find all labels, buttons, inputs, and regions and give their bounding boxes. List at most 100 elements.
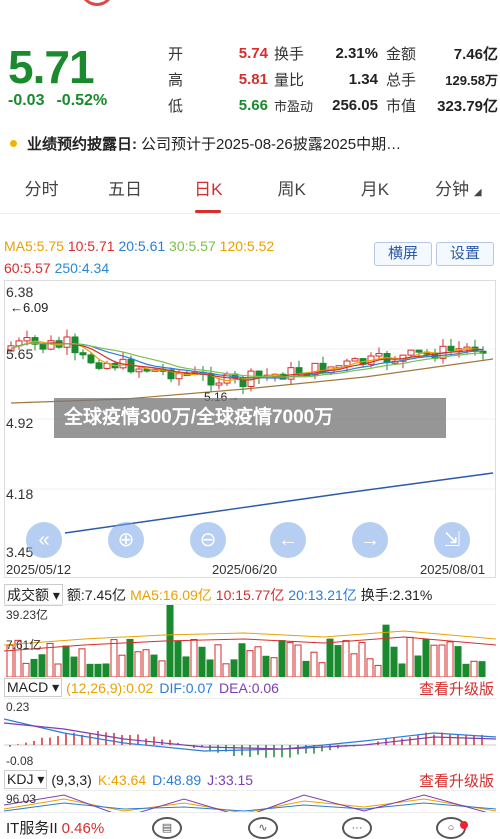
volume-bar bbox=[94, 663, 102, 678]
macd-selector[interactable]: MACD ▾ bbox=[4, 678, 63, 697]
tab-label: 分钟 bbox=[435, 180, 470, 199]
candle-body bbox=[407, 349, 415, 356]
tab-intraday[interactable]: 分时 bbox=[0, 170, 83, 213]
notice-dot-icon bbox=[10, 139, 17, 147]
tab-weekly-k[interactable]: 周K bbox=[250, 170, 333, 213]
kdj-selector[interactable]: KDJ ▾ bbox=[4, 770, 48, 789]
volume-bar bbox=[150, 654, 158, 678]
volume-bar bbox=[86, 663, 94, 678]
stat-value: 129.58万 bbox=[445, 72, 498, 88]
tab-daily-k[interactable]: 日K bbox=[167, 170, 250, 213]
volume-bar bbox=[398, 663, 406, 678]
volume-bar bbox=[222, 663, 230, 678]
volume-bar bbox=[478, 661, 486, 678]
kdj-header: KDJ ▾ (9,3,3) K:43.64 D:48.89 J:33.15 bbox=[4, 770, 253, 789]
landscape-button[interactable]: 横屏 bbox=[374, 242, 432, 266]
tab-monthly-k[interactable]: 月K bbox=[333, 170, 416, 213]
trade-icon[interactable]: ▤ bbox=[152, 817, 182, 839]
volume-bar bbox=[310, 651, 318, 678]
change-value: -0.03 bbox=[8, 92, 45, 109]
volume-bar bbox=[422, 638, 430, 678]
volume-bar bbox=[62, 645, 70, 678]
arrow-right-icon[interactable]: → bbox=[352, 522, 388, 558]
volume-bar bbox=[206, 659, 214, 678]
volume-bar bbox=[350, 653, 358, 678]
shift-left-fast-icon[interactable]: « bbox=[26, 522, 62, 558]
ma-legend-row-2: 60:5.57 250:4.34 bbox=[4, 260, 109, 276]
zoom-in-icon[interactable]: ⊕ bbox=[108, 522, 144, 558]
volume-bar bbox=[22, 662, 30, 678]
stat-label: 低 bbox=[168, 97, 184, 115]
bottom-toolbar: IT服务II 0.46% ▤ ∿ ··· ○ bbox=[0, 812, 500, 839]
moving-average-line bbox=[10, 340, 484, 382]
volume-bar bbox=[462, 663, 470, 678]
volume-bar bbox=[470, 660, 478, 678]
comment-icon[interactable]: ··· bbox=[342, 817, 372, 839]
stat-label: 总手 bbox=[386, 71, 417, 89]
kdj-d: D:48.89 bbox=[152, 771, 202, 788]
candle-body bbox=[447, 345, 455, 351]
change-percent: -0.52% bbox=[56, 92, 108, 109]
volume-bar bbox=[174, 640, 182, 678]
volume-turnover: 换手:2.31% bbox=[360, 587, 433, 603]
tab-label: 日K bbox=[194, 180, 223, 199]
zoom-out-icon[interactable]: ⊖ bbox=[190, 522, 226, 558]
ma60-value: 60:5.57 bbox=[4, 260, 51, 276]
volume-selector-label: 成交额 bbox=[7, 587, 49, 603]
volume-amount: 额:7.45亿 bbox=[66, 587, 127, 603]
volume-ma20: 20:13.21亿 bbox=[288, 587, 357, 603]
y-axis-label: 4.92 bbox=[6, 415, 34, 431]
volume-bar bbox=[214, 644, 222, 678]
volume-bar bbox=[414, 655, 422, 678]
notification-dot-icon bbox=[460, 821, 468, 829]
x-axis-label: 2025/06/20 bbox=[212, 562, 278, 577]
volume-selector[interactable]: 成交额 ▾ bbox=[4, 584, 63, 606]
volume-bar bbox=[78, 648, 86, 678]
earnings-notice[interactable]: 业绩预约披露日: 公司预计于2025-08-26披露2025中期… bbox=[0, 124, 500, 162]
stat-label: 开 bbox=[168, 45, 184, 63]
volume-bar bbox=[254, 646, 262, 678]
tab-label: 周K bbox=[277, 180, 306, 199]
volume-bar bbox=[302, 660, 310, 678]
price-value: 5.71 bbox=[8, 41, 95, 93]
tab-five-day[interactable]: 五日 bbox=[83, 170, 166, 213]
volume-bar bbox=[438, 644, 446, 678]
macd-params: (12,26,9):0.02 bbox=[66, 679, 154, 696]
kdj-d-line bbox=[3, 802, 497, 812]
tab-label: 月K bbox=[360, 180, 390, 199]
settings-button[interactable]: 设置 bbox=[436, 242, 494, 266]
macd-chart[interactable] bbox=[3, 698, 497, 766]
volume-y-mid: 7.61亿 bbox=[6, 638, 42, 652]
volume-chart[interactable] bbox=[3, 599, 497, 678]
stat-value: 323.79亿 bbox=[437, 97, 498, 115]
volume-bar bbox=[294, 644, 302, 678]
sector-name: IT服务II bbox=[6, 820, 58, 837]
kdj-upgrade-link[interactable]: 查看升级版 bbox=[419, 770, 494, 791]
volume-bar bbox=[454, 646, 462, 678]
moving-average-line bbox=[10, 342, 484, 378]
volume-bar bbox=[158, 660, 166, 678]
sector-link[interactable]: IT服务II 0.46% bbox=[6, 817, 104, 838]
volume-bar bbox=[270, 657, 278, 678]
quote-stats: 开 5.74 换手 2.31% 金额 7.46亿 高 5.81 量比 1.34 … bbox=[168, 40, 498, 118]
x-axis-label: 2025/08/01 bbox=[420, 562, 486, 577]
candle-body bbox=[39, 343, 47, 350]
volume-bar bbox=[230, 659, 238, 678]
volume-bar bbox=[278, 640, 286, 678]
macd-upgrade-link[interactable]: 查看升级版 bbox=[419, 678, 494, 699]
reset-icon[interactable]: ⇲ bbox=[434, 522, 470, 558]
tab-minute[interactable]: 分钟 ◢ bbox=[417, 170, 500, 213]
volume-bar bbox=[142, 649, 150, 678]
kdj-j: J:33.15 bbox=[207, 771, 254, 788]
y-axis-label: 4.18 bbox=[6, 486, 34, 502]
app-logo bbox=[80, 0, 114, 6]
stat-value: 1.34 bbox=[348, 70, 378, 88]
stat-row-open: 开 5.74 换手 2.31% 金额 7.46亿 bbox=[168, 40, 498, 66]
watermark-overlay: 全球疫情300万/全球疫情7000万 bbox=[54, 398, 446, 438]
current-price: 5.71 bbox=[8, 40, 95, 94]
volume-bar bbox=[118, 654, 126, 678]
macd-selector-label: MACD bbox=[7, 679, 49, 695]
volume-bar bbox=[374, 664, 382, 678]
arrow-left-icon[interactable]: ← bbox=[270, 522, 306, 558]
trend-icon[interactable]: ∿ bbox=[248, 817, 278, 839]
